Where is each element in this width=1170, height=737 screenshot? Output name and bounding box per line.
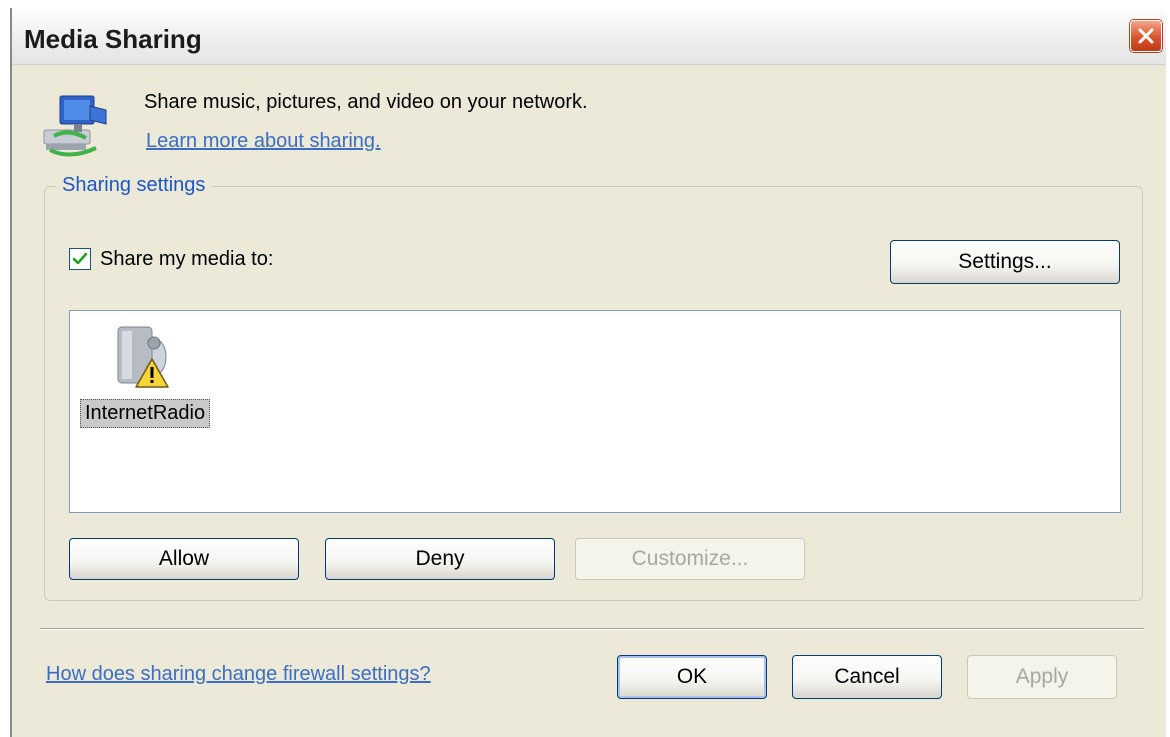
device-list[interactable]: InternetRadio xyxy=(69,310,1121,513)
title-bar[interactable]: Media Sharing xyxy=(12,8,1166,65)
window-title: Media Sharing xyxy=(24,24,202,54)
customize-button[interactable]: Customize... xyxy=(575,538,805,580)
share-media-checkbox[interactable] xyxy=(69,248,91,270)
cancel-button[interactable]: Cancel xyxy=(792,655,942,699)
firewall-settings-link[interactable]: How does sharing change firewall setting… xyxy=(46,663,431,686)
device-label: InternetRadio xyxy=(80,399,211,428)
checkmark-icon xyxy=(72,252,88,265)
network-sharing-icon xyxy=(43,95,107,157)
allow-button[interactable]: Allow xyxy=(69,538,299,580)
intro-text: Share music, pictures, and video on your… xyxy=(144,91,588,113)
media-device-warning-icon xyxy=(117,326,169,388)
sharing-settings-legend: Sharing settings xyxy=(56,174,212,197)
share-media-label[interactable]: Share my media to: xyxy=(100,248,273,271)
close-icon xyxy=(1138,28,1154,44)
apply-button[interactable]: Apply xyxy=(967,655,1117,699)
media-sharing-dialog: Media Sharing Share music, pictures, and… xyxy=(10,8,1166,737)
device-item-internetradio[interactable]: InternetRadio xyxy=(78,317,222,433)
deny-button[interactable]: Deny xyxy=(325,538,555,580)
ok-button[interactable]: OK xyxy=(617,655,767,699)
footer-separator xyxy=(40,628,1144,630)
learn-more-link[interactable]: Learn more about sharing. xyxy=(146,130,381,153)
settings-button[interactable]: Settings... xyxy=(890,240,1120,284)
close-button[interactable] xyxy=(1130,20,1162,52)
